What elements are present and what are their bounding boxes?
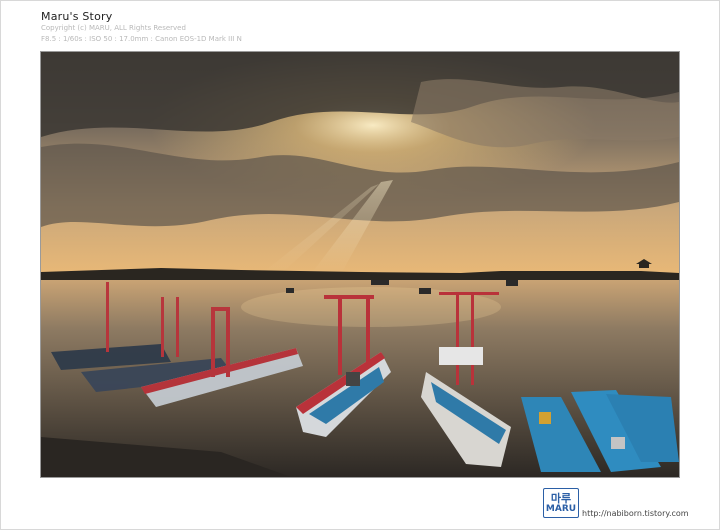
- logo-korean-text: 마루: [550, 491, 572, 505]
- harbor-photo-illustration: [41, 52, 679, 477]
- maru-logo: 마루 MARU: [543, 488, 579, 518]
- blog-title: Maru's Story: [41, 10, 113, 23]
- blog-url[interactable]: http://nabiborn.tistory.com: [582, 509, 689, 518]
- copyright-text: Copyright (c) MARU, ALL Rights Reserved: [41, 24, 186, 32]
- logo-english-text: MARU: [545, 503, 577, 514]
- harbor-photo: [40, 51, 680, 478]
- header: Maru's Story Copyright (c) MARU, ALL Rig…: [41, 10, 242, 45]
- exif-text: F8.5 : 1/60s : ISO 50 : 17.0mm : Canon E…: [41, 35, 242, 43]
